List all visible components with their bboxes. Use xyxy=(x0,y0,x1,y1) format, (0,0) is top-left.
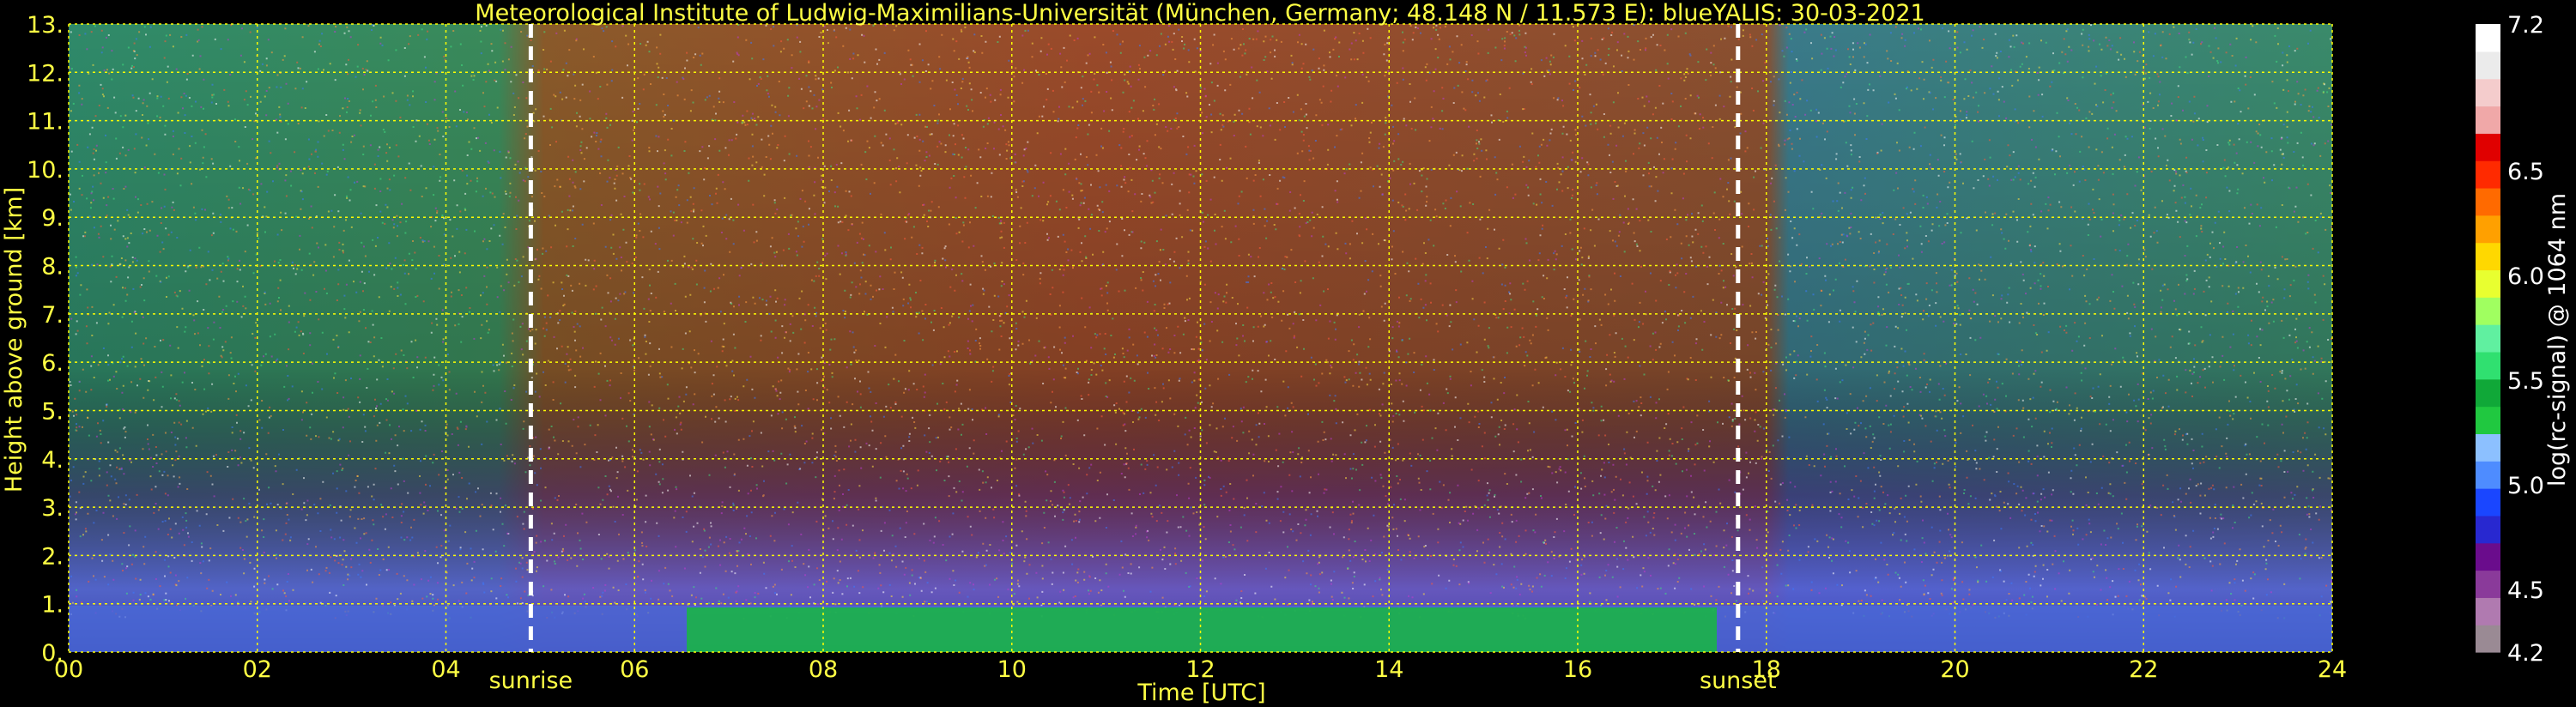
x-tick-label: 04 xyxy=(431,656,460,683)
colorbar-tick-label: 5.0 xyxy=(2507,473,2544,499)
x-tick-label: 06 xyxy=(620,656,649,683)
y-tick-label: 13. xyxy=(27,12,64,39)
y-tick-label: 3. xyxy=(41,495,64,522)
colorbar-segment xyxy=(2476,215,2500,244)
colorbar-segment xyxy=(2476,488,2500,517)
daytime-boundary-layer xyxy=(687,607,1717,652)
colorbar-tick-label: 4.2 xyxy=(2507,640,2544,667)
y-tick-label: 10. xyxy=(27,157,64,184)
colorbar-segment xyxy=(2476,433,2500,462)
x-tick-label: 20 xyxy=(1940,656,1969,683)
colorbar-segment xyxy=(2476,406,2500,434)
colorbar: 4.2 4.5 5.0 5.5 6.0 6.5 7.2 log(rc-signal) @ 1… xyxy=(2476,12,2571,667)
colorbar-segment xyxy=(2476,269,2500,298)
colorbar-segments xyxy=(2476,24,2500,653)
colorbar-segment xyxy=(2476,133,2500,161)
colorbar-segment xyxy=(2476,51,2500,80)
colorbar-tick-label: 7.2 xyxy=(2507,12,2544,39)
colorbar-tick-label: 4.5 xyxy=(2507,577,2544,604)
colorbar-segment xyxy=(2476,378,2500,408)
y-tick-label: 1. xyxy=(41,592,64,619)
y-tick-label: 5. xyxy=(41,398,64,425)
colorbar-tick-label: 6.0 xyxy=(2507,263,2544,290)
y-tick-label: 9. xyxy=(41,205,64,232)
colorbar-tick-label: 6.5 xyxy=(2507,159,2544,185)
colorbar-segment xyxy=(2476,187,2500,216)
y-tick-label: 8. xyxy=(41,254,64,281)
colorbar-segment xyxy=(2476,542,2500,571)
lidar-chart: sunrise sunset 00 02 04 06 08 10 12 14 16 18 20 22 24… xyxy=(1,0,2571,706)
x-tick-label: 24 xyxy=(2318,656,2347,683)
colorbar-segment xyxy=(2476,351,2500,380)
y-tick-label: 11. xyxy=(27,109,64,136)
x-tick-label: 08 xyxy=(809,656,838,683)
colorbar-segment xyxy=(2476,24,2500,52)
y-tick-label: 0. xyxy=(41,640,64,667)
colorbar-tick-label: 5.5 xyxy=(2507,368,2544,395)
chart-title: Meteorological Institute of Ludwig-Maxim… xyxy=(475,0,1924,27)
colorbar-segment xyxy=(2476,106,2500,134)
x-tick-label: 18 xyxy=(1752,656,1781,683)
colorbar-segment xyxy=(2476,242,2500,271)
colorbar-segment xyxy=(2476,461,2500,489)
y-tick-label: 6. xyxy=(41,350,64,377)
y-tick-label: 7. xyxy=(41,302,64,329)
colorbar-segment xyxy=(2476,78,2500,107)
colorbar-segment xyxy=(2476,570,2500,598)
x-tick-label: 22 xyxy=(2129,656,2158,683)
colorbar-segment xyxy=(2476,597,2500,625)
x-tick-label: 14 xyxy=(1374,656,1403,683)
x-tick-label: 02 xyxy=(243,656,272,683)
colorbar-segment xyxy=(2476,160,2500,189)
colorbar-segment xyxy=(2476,324,2500,353)
x-axis-label: Time [UTC] xyxy=(1136,680,1265,706)
colorbar-segment xyxy=(2476,515,2500,544)
x-tick-label: 16 xyxy=(1563,656,1592,683)
y-axis-label: Height above ground [km] xyxy=(1,187,27,492)
colorbar-segment xyxy=(2476,297,2500,325)
colorbar-ticks: 4.2 4.5 5.0 5.5 6.0 6.5 7.2 xyxy=(2507,12,2544,667)
y-tick-label: 2. xyxy=(41,543,64,570)
y-tick-label: 12. xyxy=(27,60,64,87)
colorbar-label: log(rc-signal) @ 1064 nm xyxy=(2544,193,2571,486)
y-tick-label: 4. xyxy=(41,447,64,474)
y-axis-ticks: 0. 1. 2. 3. 4. 5. 6. 7. 8. 9. 10. 11. 12. 13. xyxy=(27,12,64,667)
x-tick-label: 10 xyxy=(997,656,1027,683)
colorbar-segment xyxy=(2476,625,2500,653)
marker-label-sunrise: sunrise xyxy=(489,668,573,694)
